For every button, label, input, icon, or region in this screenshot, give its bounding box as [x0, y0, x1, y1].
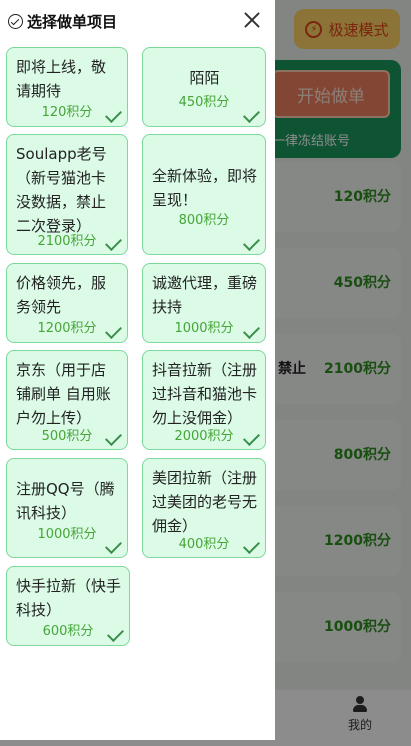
checkmark-icon: [106, 435, 121, 444]
project-item-title: 陌陌: [189, 69, 220, 87]
project-item[interactable]: Soulapp老号（新号猫池卡没数据，禁止二次登录） 2100积分: [6, 134, 128, 255]
close-icon[interactable]: [241, 9, 263, 31]
checkmark-icon: [244, 543, 259, 552]
project-item[interactable]: 快手拉新（快手科技） 600积分: [6, 566, 130, 646]
project-item-points: 450积分: [178, 95, 230, 110]
checkmark-icon: [106, 543, 121, 552]
project-item[interactable]: 陌陌 450积分: [142, 47, 266, 127]
project-item[interactable]: 即将上线，敬请期待 120积分: [6, 47, 128, 127]
project-item[interactable]: 全新体验，即将呈现！ 800积分: [142, 134, 266, 255]
project-item-title: 注册QQ号（腾讯科技）: [16, 480, 115, 522]
project-item-title: Soulapp老号（新号猫池卡没数据，禁止二次登录）: [16, 145, 107, 235]
project-item-title: 美团拉新（注册过美团的老号无佣金）: [152, 469, 258, 535]
project-select-panel: 选择做单项目 即将上线，敬请期待 120积分 陌陌 450积分 Soulapp老…: [0, 0, 275, 740]
checkmark-icon: [106, 240, 121, 249]
project-item[interactable]: 价格领先，服务领先 1200积分: [6, 263, 128, 343]
checkmark-icon: [244, 435, 259, 444]
check-circle-icon: [8, 14, 23, 29]
project-item-title: 诚邀代理，重磅扶持: [152, 274, 258, 316]
project-item[interactable]: 注册QQ号（腾讯科技） 1000积分: [6, 458, 128, 558]
checkmark-icon: [106, 112, 121, 121]
project-item-points: 800积分: [178, 213, 230, 228]
project-item-title: 抖音拉新（注册过抖音和猫池卡勿上没佣金）: [152, 361, 258, 427]
project-item-title: 即将上线，敬请期待: [16, 58, 107, 100]
checkmark-icon: [106, 328, 121, 337]
checkmark-icon: [244, 240, 259, 249]
checkmark-icon: [244, 328, 259, 337]
panel-header: 选择做单项目: [8, 11, 117, 32]
project-item-title: 京东（用于店铺刷单 自用账户勿上传）: [16, 361, 111, 427]
project-item-title: 全新体验，即将呈现！: [152, 167, 258, 209]
panel-title: 选择做单项目: [27, 13, 118, 31]
checkmark-icon: [108, 631, 123, 640]
project-item-points: 1000积分: [37, 527, 97, 542]
project-item-title: 价格领先，服务领先: [16, 274, 107, 316]
checkmark-icon: [244, 112, 259, 121]
project-item[interactable]: 抖音拉新（注册过抖音和猫池卡勿上没佣金） 2000积分: [142, 350, 266, 450]
project-item-title: 快手拉新（快手科技）: [16, 577, 122, 619]
project-item[interactable]: 京东（用于店铺刷单 自用账户勿上传） 500积分: [6, 350, 128, 450]
project-item[interactable]: 诚邀代理，重磅扶持 1000积分: [142, 263, 266, 343]
project-item[interactable]: 美团拉新（注册过美团的老号无佣金） 400积分: [142, 458, 266, 558]
